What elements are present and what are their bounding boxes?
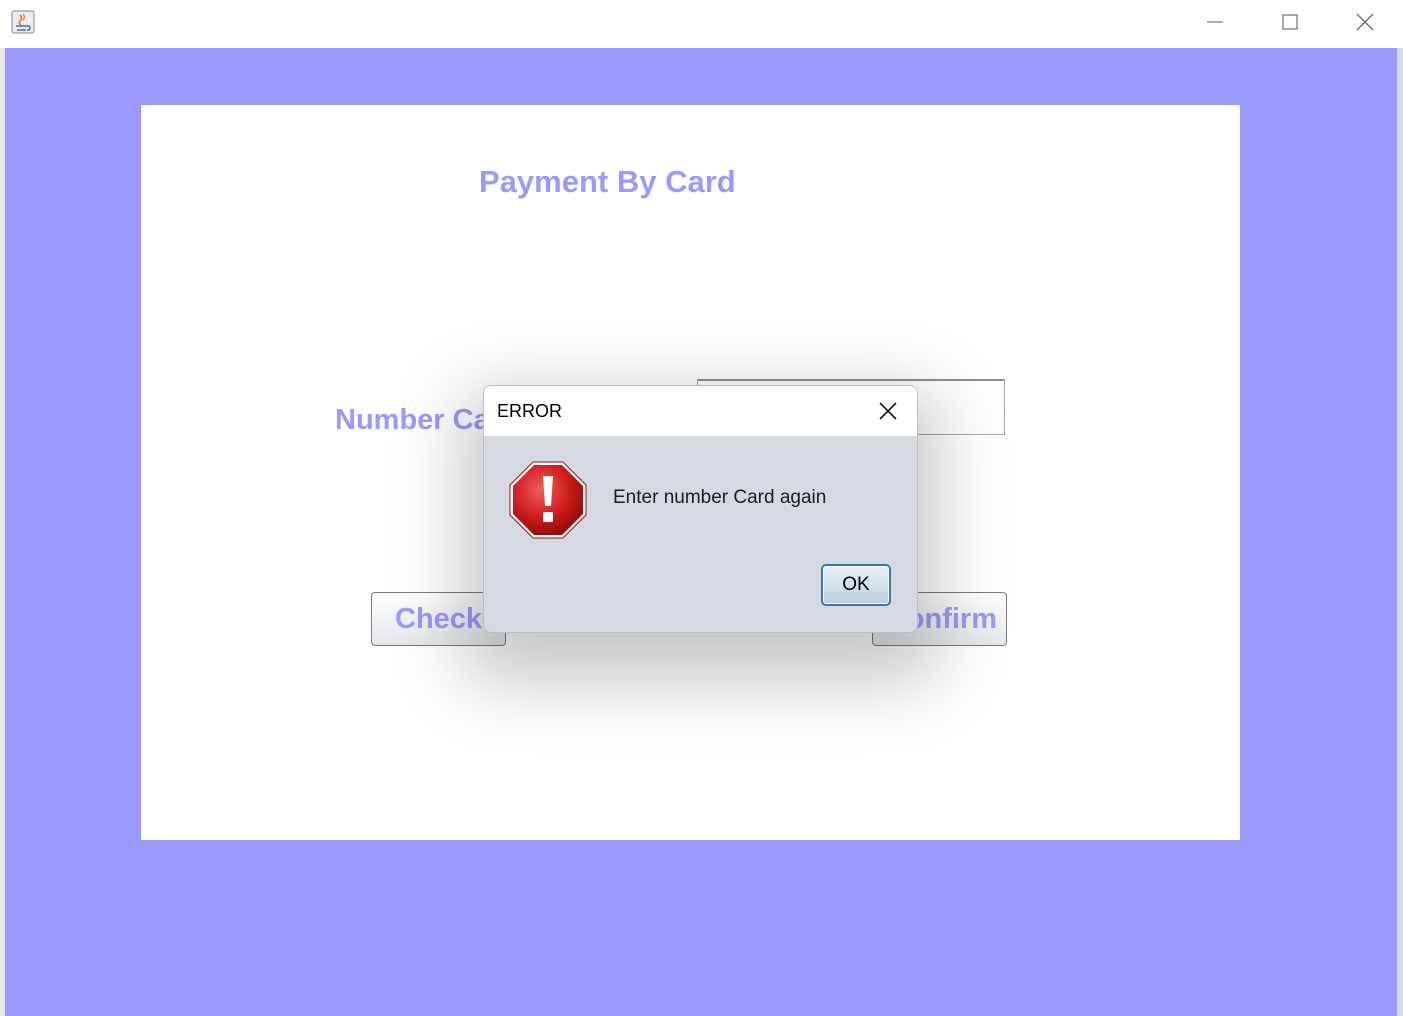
dialog-titlebar: ERROR (484, 386, 917, 436)
maximize-button[interactable] (1260, 0, 1320, 44)
page-title: Payment By Card (479, 164, 736, 199)
window-titlebar (0, 0, 1403, 48)
window-right-border (1397, 48, 1403, 1016)
close-icon (879, 402, 897, 420)
error-dialog: ERROR Enter number Card again OK (483, 385, 918, 633)
ok-button[interactable]: OK (821, 564, 891, 606)
dialog-close-button[interactable] (873, 396, 903, 426)
minimize-button[interactable] (1185, 0, 1245, 44)
java-icon (11, 10, 35, 34)
window-close-button[interactable] (1335, 0, 1395, 44)
dialog-message: Enter number Card again (613, 487, 827, 508)
error-stop-icon (508, 460, 588, 540)
dialog-title: ERROR (497, 401, 563, 421)
maximize-icon (1282, 14, 1298, 30)
minimize-icon (1207, 21, 1223, 23)
close-icon (1356, 13, 1374, 31)
